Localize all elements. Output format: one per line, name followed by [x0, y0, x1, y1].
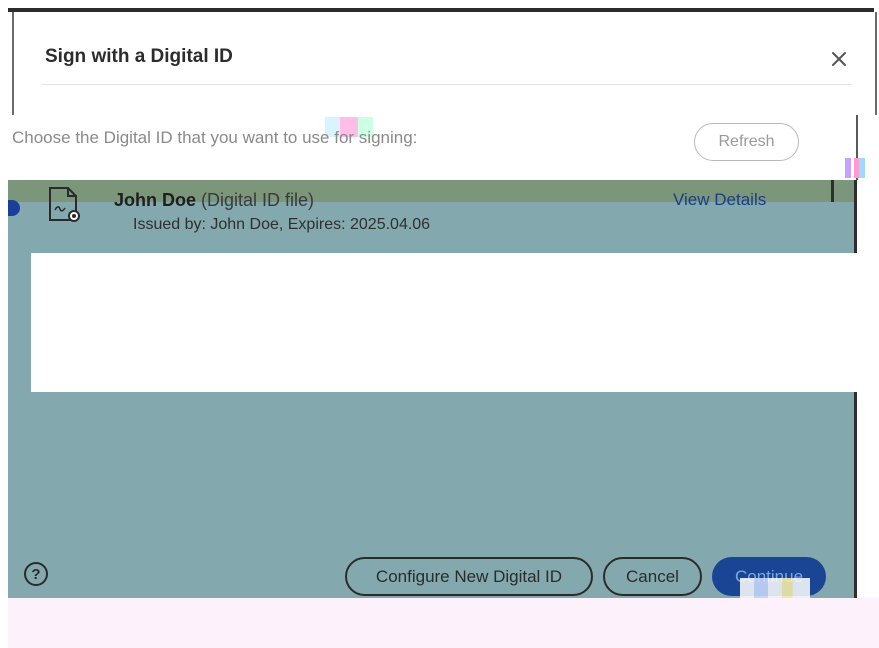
digital-id-name[interactable]: John Doe (Digital ID file) — [114, 190, 314, 211]
render-artifact — [845, 158, 865, 178]
bottom-band — [8, 598, 879, 648]
certificate-file-icon — [44, 184, 86, 226]
window-right-border — [875, 12, 877, 120]
window-left-border — [12, 12, 14, 120]
refresh-button[interactable]: Refresh — [694, 123, 799, 161]
digital-id-issuer: Issued by: John Doe, Expires: 2025.04.06 — [133, 216, 431, 233]
choose-id-prompt: Choose the Digital ID that you want to u… — [12, 128, 418, 147]
dialog-title: Sign with a Digital ID — [45, 46, 233, 67]
view-details-link[interactable]: View Details — [673, 190, 766, 210]
render-artifact — [740, 578, 810, 600]
configure-new-digital-id-button[interactable]: Configure New Digital ID — [345, 557, 593, 596]
digital-id-type: (Digital ID file) — [201, 190, 315, 210]
window-top-border — [8, 8, 874, 12]
blank-panel — [31, 253, 860, 392]
row-divider — [831, 180, 834, 202]
close-button[interactable] — [826, 46, 852, 72]
help-button[interactable]: ? — [24, 562, 48, 586]
cancel-button[interactable]: Cancel — [603, 557, 702, 596]
header-divider — [42, 84, 852, 85]
digital-id-owner: John Doe — [114, 190, 197, 210]
close-icon — [832, 52, 846, 66]
